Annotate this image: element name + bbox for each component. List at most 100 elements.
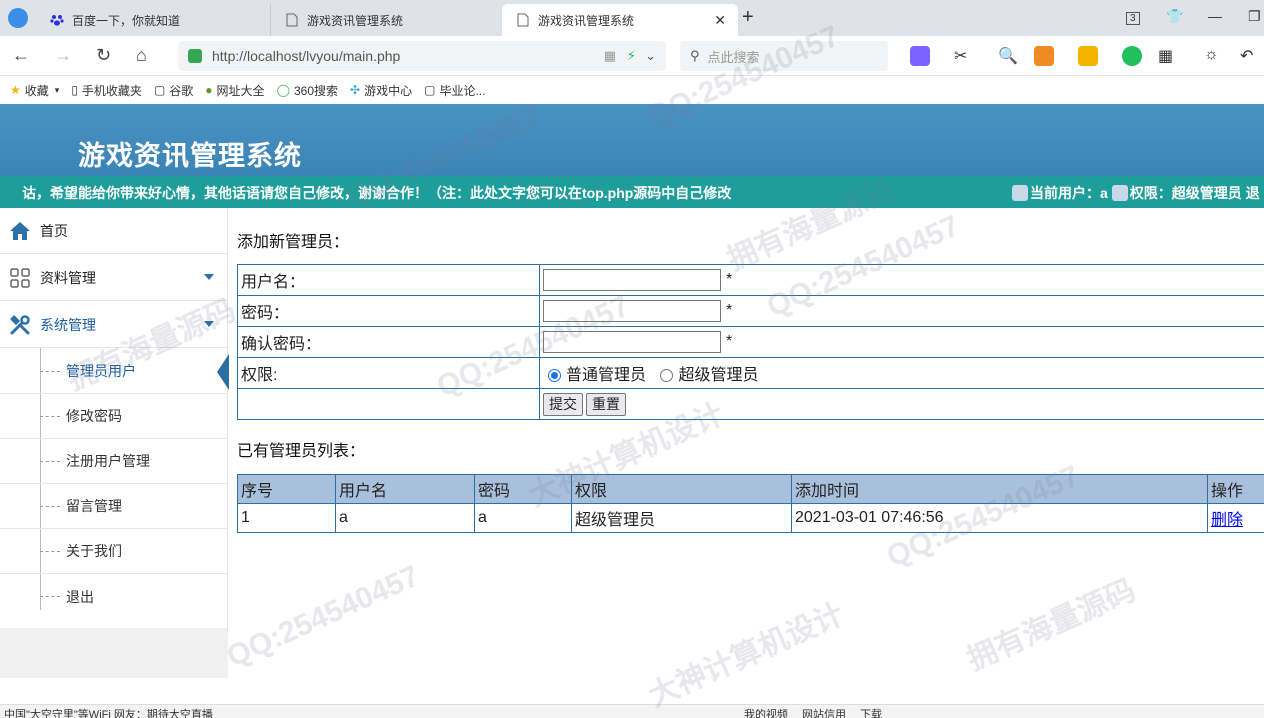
- chevron-down-icon: [204, 274, 214, 280]
- grid-icon: [9, 267, 31, 289]
- current-user: 当前用户：a: [1030, 185, 1108, 201]
- sidebar-item-messages[interactable]: 留言管理: [0, 484, 228, 529]
- chevron-down-icon[interactable]: ⌄: [645, 48, 656, 64]
- sidebar-item-label: 留言管理: [66, 498, 122, 514]
- scissors-icon[interactable]: ✂: [954, 46, 974, 66]
- tab-title: 游戏资讯管理系统: [307, 13, 404, 28]
- qr-icon[interactable]: ▦: [604, 48, 616, 64]
- home-icon[interactable]: ⌂: [136, 45, 147, 66]
- translate-icon[interactable]: [910, 46, 930, 66]
- apps-grid-icon[interactable]: ▦: [1158, 46, 1178, 66]
- add-admin-title: 添加新管理员：: [237, 234, 350, 251]
- role-option-normal[interactable]: 普通管理员: [566, 367, 646, 384]
- password-label: 密码：: [237, 295, 540, 327]
- table-header-row: 序号 用户名 密码 权限 添加时间 操作: [237, 474, 1264, 504]
- password-input[interactable]: [543, 300, 721, 322]
- bookmarks-bar: ★ 收藏 ▾ ▯ 手机收藏夹 ▢ 谷歌 ● 网址大全 ◯ 360搜索 ✣ 游戏中心 ▢ 毕业论.…: [0, 76, 1264, 104]
- submit-button[interactable]: 提交: [543, 392, 583, 416]
- empty-cell: [237, 388, 540, 420]
- forward-icon[interactable]: →: [54, 45, 72, 66]
- confirm-cell: *: [539, 326, 1264, 358]
- undo-icon[interactable]: ↶: [1240, 46, 1260, 66]
- status-video[interactable]: 我的视频: [744, 706, 788, 718]
- sidebar-item-change-password[interactable]: 修改密码: [0, 394, 228, 439]
- cell-id: 1: [237, 503, 336, 533]
- reload-icon[interactable]: ↻: [96, 45, 111, 66]
- delete-link[interactable]: 删除: [1211, 512, 1243, 529]
- chevron-down-icon: [204, 321, 214, 327]
- username-input[interactable]: [543, 269, 721, 291]
- user-info: 当前用户：a 权限：超级管理员 退: [1012, 183, 1260, 203]
- search-icon: ⚲: [690, 48, 700, 63]
- address-bar[interactable]: http://localhost/lvyou/main.php ▦ ⚡ ⌄: [178, 41, 666, 71]
- close-tab-icon[interactable]: ✕: [714, 12, 726, 29]
- role-option-super[interactable]: 超级管理员: [678, 367, 758, 384]
- bookmark-thesis[interactable]: ▢ 毕业论...: [424, 82, 485, 99]
- column-header: 密码: [474, 474, 572, 504]
- page-icon: [516, 13, 530, 27]
- page-icon: ▢: [153, 83, 166, 97]
- sidebar-item-system[interactable]: 系统管理: [0, 302, 228, 348]
- shirt-icon[interactable]: 👕: [1166, 8, 1183, 25]
- bookmark-google[interactable]: ▢ 谷歌: [154, 82, 193, 99]
- bookmark-360[interactable]: ◯ 360搜索: [277, 82, 338, 99]
- sidebar-item-registered-users[interactable]: 注册用户管理: [0, 439, 228, 484]
- lightning-icon[interactable]: ⚡: [627, 48, 636, 64]
- tools-icon: [9, 314, 31, 336]
- tab-game-admin-active[interactable]: 游戏资讯管理系统 ✕: [502, 4, 738, 36]
- sidebar-item-admin-users[interactable]: 管理员用户: [0, 349, 229, 394]
- sidebar-item-data[interactable]: 资料管理: [0, 255, 228, 301]
- cell-role: 超级管理员: [571, 503, 792, 533]
- new-tab-icon[interactable]: +: [742, 6, 754, 29]
- url-text[interactable]: http://localhost/lvyou/main.php: [212, 48, 400, 64]
- search-placeholder: 点此搜索: [707, 49, 760, 65]
- username-label: 用户名：: [237, 264, 540, 296]
- minimize-icon[interactable]: —: [1208, 8, 1222, 24]
- page-title: 游戏资讯管理系统: [78, 141, 302, 172]
- status-download[interactable]: 下载: [860, 706, 882, 718]
- role-cell: 普通管理员 超级管理员: [539, 357, 1264, 389]
- reset-button[interactable]: 重置: [586, 392, 626, 416]
- magnifier-icon[interactable]: 🔍: [998, 46, 1018, 66]
- house-icon: [9, 220, 31, 242]
- role-info[interactable]: 权限：超级管理员 退: [1130, 183, 1260, 203]
- tab-baidu[interactable]: 百度一下，你就知道: [36, 4, 268, 36]
- search-input[interactable]: ⚲ 点此搜索: [680, 41, 888, 71]
- actions-cell: 提交 重置: [539, 388, 1264, 420]
- status-credit[interactable]: 网站信用: [802, 706, 846, 718]
- back-icon[interactable]: ←: [12, 45, 30, 66]
- status-news[interactable]: 中国"大空守里"等WiFi 网友：期待大空直播: [4, 706, 213, 718]
- sheep-icon[interactable]: [1078, 46, 1098, 66]
- tab-game-admin-1[interactable]: 游戏资讯管理系统: [270, 4, 502, 36]
- sidebar-item-home[interactable]: 首页: [0, 208, 228, 254]
- required-mark: *: [726, 271, 733, 289]
- role-radio-super[interactable]: [660, 369, 674, 383]
- sidebar-item-label: 资料管理: [40, 269, 96, 286]
- shield-green-icon[interactable]: [1122, 46, 1142, 66]
- role-radio-normal[interactable]: [548, 369, 561, 383]
- bookmark-hao[interactable]: ● 网址大全: [205, 82, 264, 99]
- browser-tabbar: 百度一下，你就知道 游戏资讯管理系统 游戏资讯管理系统 ✕ + 3 👕 — ❐: [0, 0, 1264, 36]
- admin-list-table: 序号 用户名 密码 权限 添加时间 操作 1 a a 超级管理员 2021-03…: [237, 474, 1264, 533]
- page-icon: [285, 13, 299, 27]
- monitor-icon: [1111, 185, 1128, 201]
- sidebar-item-about[interactable]: 关于我们: [0, 529, 228, 574]
- bookmark-favorites[interactable]: ★ 收藏 ▾: [10, 82, 59, 99]
- column-header: 权限: [571, 474, 792, 504]
- bookmark-games[interactable]: ✣ 游戏中心: [350, 82, 412, 99]
- globe-icon: ●: [205, 83, 213, 97]
- brightness-icon[interactable]: ☼: [1204, 46, 1224, 66]
- form-row-username: 用户名： *: [237, 264, 1264, 296]
- sidebar-item-label: 注册用户管理: [66, 453, 150, 469]
- game-controller-icon[interactable]: [1034, 46, 1054, 66]
- status-actions: 我的视频 网站信用 下载: [744, 706, 896, 718]
- bookmark-mobile[interactable]: ▯ 手机收藏夹: [71, 82, 142, 99]
- phone-icon: ▯: [71, 83, 78, 97]
- cell-username: a: [335, 503, 475, 533]
- maximize-icon[interactable]: ❐: [1248, 8, 1261, 25]
- confirm-password-input[interactable]: [543, 331, 721, 353]
- sidebar-item-logout[interactable]: 退出: [0, 574, 228, 619]
- main-content: 添加新管理员： 用户名： * 密码： * 确认密码： * 权限: 普通管理员 超…: [228, 208, 1264, 678]
- browser-logo-icon[interactable]: [8, 8, 28, 28]
- tab-count-badge[interactable]: 3: [1126, 8, 1140, 25]
